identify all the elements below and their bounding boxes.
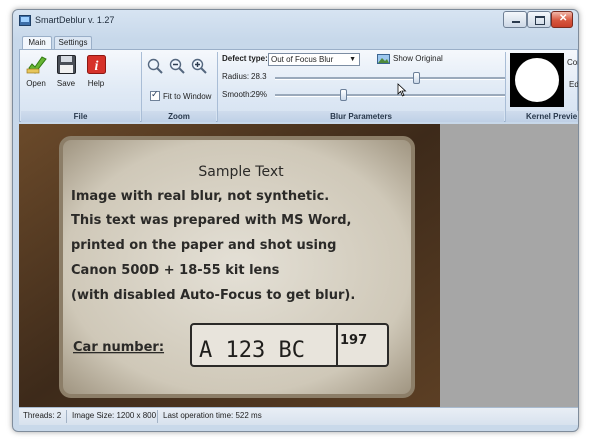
image-workspace[interactable]: Sample Text Image with real blur, not sy…: [19, 124, 578, 407]
minimize-icon: [512, 21, 520, 23]
tab-settings[interactable]: Settings: [54, 36, 92, 49]
sample-text-line: This text was prepared with MS Word,: [71, 213, 351, 228]
save-label: Save: [56, 79, 76, 88]
close-icon: ✕: [559, 13, 568, 24]
smooth-slider-thumb[interactable]: [340, 89, 347, 101]
fit-to-window-checkbox[interactable]: ✓: [150, 89, 160, 101]
zoom-group-label: Zoom: [142, 111, 216, 122]
image-icon: [377, 54, 390, 64]
sample-text-line: Canon 500D + 18-55 kit lens: [71, 263, 280, 278]
kernel-disk: [515, 58, 559, 102]
kernel-edge-label: Edge: [569, 80, 579, 89]
app-window: SmartDeblur v. 1.27 ✕ Main Settings Open: [12, 9, 579, 432]
sample-text-line: Image with real blur, not synthetic.: [71, 189, 329, 204]
plate-main-number: A 123 BC: [199, 338, 305, 363]
fit-to-window-label: Fit to Window: [163, 92, 212, 101]
minimize-button[interactable]: [503, 11, 527, 28]
help-info-icon: i: [87, 55, 106, 74]
tab-main[interactable]: Main: [22, 36, 52, 49]
radius-slider-thumb[interactable]: [413, 72, 420, 84]
title-bar: SmartDeblur v. 1.27 ✕: [13, 10, 578, 32]
defect-type-value: Out of Focus Blur: [271, 55, 334, 64]
open-label: Open: [26, 79, 46, 88]
status-threads: Threads: 2: [23, 411, 62, 420]
smooth-slider[interactable]: [275, 88, 505, 102]
status-last-operation-time: Last operation time: 522 ms: [163, 411, 262, 420]
close-button[interactable]: ✕: [551, 11, 573, 28]
ribbon: Open Save i Help File ✓ Fit to Window Zo…: [19, 49, 578, 122]
plate-region-number: 197: [340, 333, 367, 348]
kernel-preview: [510, 53, 564, 107]
open-check-icon: [26, 56, 47, 74]
help-label: Help: [87, 79, 105, 88]
maximize-icon: [535, 16, 545, 25]
sample-text-line: (with disabled Auto-Focus to get blur).: [71, 288, 355, 303]
radius-slider-track: [275, 77, 505, 80]
floppy-disk-icon: [57, 55, 76, 74]
maximize-button[interactable]: [527, 11, 551, 28]
help-button[interactable]: i Help: [82, 53, 110, 97]
status-image-size: Image Size: 1200 x 800: [72, 411, 157, 420]
smooth-value: 29%: [251, 90, 268, 99]
radius-label: Radius:: [222, 72, 250, 81]
file-group-label: File: [21, 111, 140, 122]
kernel-correction-label: Corre: [567, 58, 578, 67]
radius-slider[interactable]: [275, 71, 505, 85]
show-original-button[interactable]: Show Original: [377, 53, 447, 65]
smooth-slider-track: [275, 94, 505, 97]
defect-type-select[interactable]: Out of Focus Blur ▼: [268, 53, 360, 66]
sample-text-line: printed on the paper and shot using: [71, 238, 336, 253]
sample-text-heading: Sample Text: [198, 164, 284, 180]
status-separator: [66, 410, 67, 423]
save-button[interactable]: Save: [52, 53, 80, 97]
svg-text:i: i: [95, 59, 99, 74]
open-button[interactable]: Open: [22, 53, 50, 97]
kernel-preview-group-label: Kernel Previe: [506, 111, 578, 122]
car-number-label: Car number:: [73, 340, 164, 355]
status-bar: Threads: 2 Image Size: 1200 x 800 Last o…: [19, 407, 578, 425]
defect-type-label: Defect type:: [222, 54, 268, 63]
zoom-out-icon[interactable]: [169, 58, 185, 74]
blur-parameters-group-label: Blur Parameters: [218, 111, 504, 122]
smooth-label: Smooth:: [222, 90, 252, 99]
chevron-down-icon: ▼: [349, 56, 356, 63]
zoom-in-icon[interactable]: [191, 58, 207, 74]
show-original-label: Show Original: [393, 54, 443, 63]
window-title: SmartDeblur v. 1.27: [35, 15, 115, 25]
checkmark-icon: ✓: [151, 89, 159, 99]
mouse-cursor-icon: [397, 83, 407, 97]
app-icon: [19, 15, 31, 26]
radius-value: 28.3: [251, 72, 267, 81]
zoom-icon[interactable]: [147, 58, 163, 74]
status-separator: [157, 410, 158, 423]
deblurred-photo[interactable]: Sample Text Image with real blur, not sy…: [19, 124, 440, 407]
